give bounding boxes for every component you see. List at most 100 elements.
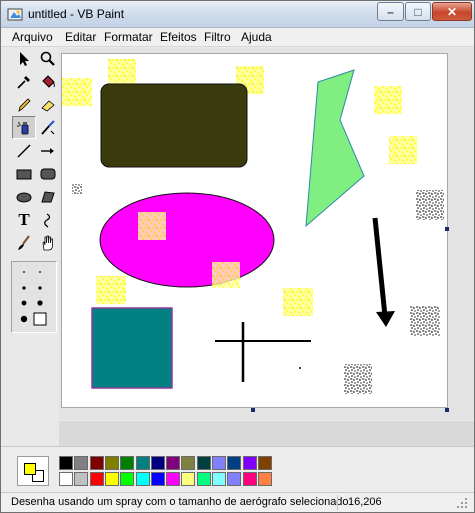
current-colors-indicator[interactable] bbox=[17, 456, 49, 486]
palette-swatch[interactable] bbox=[74, 456, 89, 470]
paint-bucket-icon bbox=[42, 74, 55, 88]
palette-swatch[interactable] bbox=[196, 456, 211, 470]
menu-efeitos[interactable]: Efeitos bbox=[160, 30, 197, 44]
dot-mark bbox=[299, 367, 301, 369]
tool-arrow-line[interactable] bbox=[36, 139, 60, 162]
palette-swatch[interactable] bbox=[104, 456, 119, 470]
status-divider bbox=[337, 495, 338, 510]
status-bar: Desenha usando um spray com o tamanho de… bbox=[1, 492, 474, 512]
spray-patch-black bbox=[344, 364, 372, 394]
tool-rounded-rectangle[interactable] bbox=[36, 162, 60, 185]
palette-swatch[interactable] bbox=[135, 472, 150, 486]
tool-fill-bucket[interactable] bbox=[36, 70, 60, 93]
tool-text[interactable]: T bbox=[12, 208, 36, 231]
green-polygon-shape bbox=[305, 69, 365, 228]
rounded-rectangle-shape bbox=[100, 83, 248, 168]
arrow-shape bbox=[372, 217, 388, 317]
window-title: untitled - VB Paint bbox=[28, 7, 125, 21]
brush-size-options[interactable] bbox=[11, 261, 57, 333]
palette-swatch[interactable] bbox=[227, 456, 242, 470]
paint-app-icon bbox=[7, 8, 23, 21]
foreground-color-swatch[interactable] bbox=[24, 463, 36, 475]
palette-swatch[interactable] bbox=[181, 472, 196, 486]
arrow-head-shape bbox=[376, 311, 395, 327]
app-window: untitled - VB Paint – □ ✕ Arquivo Editar… bbox=[0, 0, 475, 513]
teal-square-shape bbox=[91, 307, 173, 389]
palette-swatch[interactable] bbox=[212, 456, 226, 470]
menu-ajuda[interactable]: Ajuda bbox=[241, 30, 272, 44]
tool-curve[interactable] bbox=[36, 208, 60, 231]
menu-formatar[interactable]: Formatar bbox=[104, 30, 153, 44]
canvas-footer-gap bbox=[59, 420, 474, 446]
close-icon: ✕ bbox=[446, 4, 458, 19]
tool-line[interactable] bbox=[12, 139, 36, 162]
ellipse-icon bbox=[16, 192, 32, 202]
drawing-canvas[interactable] bbox=[61, 53, 448, 408]
tool-brush[interactable] bbox=[12, 231, 36, 254]
eraser-icon bbox=[41, 99, 55, 111]
tool-zoom[interactable] bbox=[36, 47, 60, 70]
tool-color-replace[interactable] bbox=[36, 116, 60, 139]
minimize-button[interactable]: – bbox=[377, 2, 404, 21]
resize-grip-icon[interactable] bbox=[456, 497, 468, 509]
palette-swatch[interactable] bbox=[150, 456, 165, 470]
palette-swatch[interactable] bbox=[181, 456, 196, 470]
status-message: Desenha usando um spray com o tamanho de… bbox=[11, 496, 349, 508]
polygon-icon bbox=[41, 190, 55, 202]
palette-swatch[interactable] bbox=[135, 456, 150, 470]
palette-swatch[interactable] bbox=[89, 472, 104, 486]
spray-patch-yellow bbox=[96, 276, 126, 304]
resize-handle-corner[interactable] bbox=[445, 408, 449, 412]
canvas-drawing bbox=[62, 59, 444, 394]
palette-swatch[interactable] bbox=[59, 472, 73, 486]
palette-swatch[interactable] bbox=[242, 456, 257, 470]
tool-airbrush[interactable] bbox=[12, 116, 36, 139]
tool-ellipse[interactable] bbox=[12, 185, 36, 208]
palette-swatch[interactable] bbox=[242, 472, 257, 486]
tool-eraser[interactable] bbox=[36, 93, 60, 116]
maximize-button[interactable]: □ bbox=[405, 2, 431, 21]
palette-swatch[interactable] bbox=[196, 472, 211, 486]
palette-swatch[interactable] bbox=[74, 472, 89, 486]
maximize-icon: □ bbox=[414, 4, 422, 19]
text-icon: T bbox=[18, 209, 30, 229]
close-button[interactable]: ✕ bbox=[432, 2, 472, 21]
spray-patch-black bbox=[72, 184, 82, 194]
palette-swatch[interactable] bbox=[257, 456, 272, 470]
tool-rectangle[interactable] bbox=[12, 162, 36, 185]
tool-hand[interactable] bbox=[36, 231, 60, 254]
tool-select-arrow[interactable] bbox=[12, 47, 36, 70]
palette-swatch[interactable] bbox=[166, 456, 181, 470]
pencil-icon bbox=[18, 97, 31, 112]
resize-handle-bottom[interactable] bbox=[251, 408, 255, 412]
palette-swatch[interactable] bbox=[120, 456, 135, 470]
menu-filtro[interactable]: Filtro bbox=[204, 30, 231, 44]
curve-icon bbox=[44, 212, 51, 228]
minimize-icon: – bbox=[387, 4, 394, 19]
brush-size-dots bbox=[20, 271, 47, 326]
tool-color-picker[interactable] bbox=[12, 70, 36, 93]
palette-swatch[interactable] bbox=[120, 472, 135, 486]
palette-swatch[interactable] bbox=[59, 456, 73, 470]
palette-swatch[interactable] bbox=[104, 472, 119, 486]
menu-editar[interactable]: Editar bbox=[65, 30, 96, 44]
palette-swatch[interactable] bbox=[227, 472, 242, 486]
resize-handle-right[interactable] bbox=[445, 227, 449, 231]
palette-swatch[interactable] bbox=[89, 456, 104, 470]
color-palette-bar bbox=[1, 446, 474, 492]
spray-patch-yellow bbox=[62, 78, 92, 106]
palette-swatch[interactable] bbox=[150, 472, 165, 486]
spray-patch-yellow bbox=[389, 136, 417, 164]
tool-pencil[interactable] bbox=[12, 93, 36, 116]
spray-patch-black bbox=[416, 190, 444, 220]
title-bar[interactable]: untitled - VB Paint – □ ✕ bbox=[1, 1, 474, 28]
rounded-rectangle-icon bbox=[40, 168, 56, 179]
palette-swatch[interactable] bbox=[257, 472, 272, 486]
tool-polygon[interactable] bbox=[36, 185, 60, 208]
spray-can-icon bbox=[17, 121, 29, 134]
hand-icon bbox=[42, 235, 53, 250]
palette-swatch[interactable] bbox=[212, 472, 226, 486]
spray-patch-yellow bbox=[374, 86, 402, 114]
menu-arquivo[interactable]: Arquivo bbox=[12, 30, 53, 44]
palette-swatch[interactable] bbox=[166, 472, 181, 486]
